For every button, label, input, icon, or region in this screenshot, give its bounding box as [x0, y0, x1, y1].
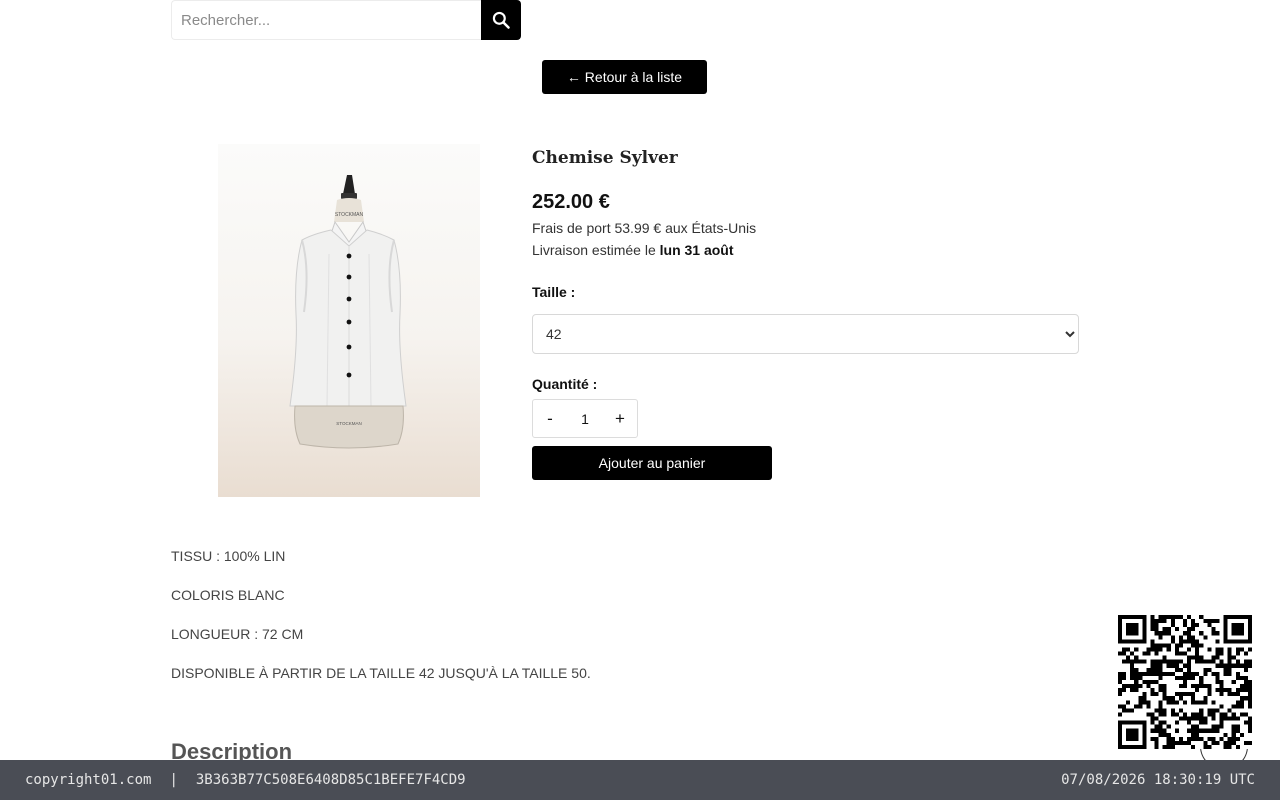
product-photo: STOCKMAN STOCKMAN	[289, 175, 407, 449]
footer-hash: 3B363B77C508E6408D85C1BEFE7F4CD9	[195, 772, 466, 788]
product-image: STOCKMAN STOCKMAN	[218, 144, 480, 497]
quantity-label: Quantité :	[532, 376, 598, 392]
footer-bar: copyright01.com | 3B363B77C508E6408D85C1…	[0, 760, 1280, 800]
quantity-value[interactable]: 1	[567, 411, 603, 427]
delivery-prefix: Livraison estimée le	[532, 242, 656, 258]
delivery-estimate: Livraison estimée le lun 31 août	[532, 242, 734, 258]
description-sizes: DISPONIBLE À PARTIR DE LA TAILLE 42 JUSQ…	[171, 665, 591, 681]
svg-text:STOCKMAN: STOCKMAN	[335, 212, 364, 218]
search-button[interactable]	[481, 0, 521, 40]
svg-text:STOCKMAN: STOCKMAN	[336, 421, 361, 426]
description-color: COLORIS BLANC	[171, 587, 285, 603]
size-select[interactable]: 42	[532, 314, 1079, 354]
product-price: 252.00 €	[532, 191, 610, 213]
search-bar	[171, 0, 521, 40]
footer-site: copyright01.com	[25, 772, 152, 788]
footer-separator: |	[169, 772, 178, 788]
qr-code	[1118, 615, 1252, 749]
size-label: Taille :	[532, 284, 576, 300]
footer-timestamp: 07/08/2026 18:30:19 UTC	[1061, 772, 1255, 788]
back-to-list-button[interactable]: ← Retour à la liste	[542, 60, 707, 94]
delivery-date: lun 31 août	[659, 242, 734, 258]
quantity-decrease-button[interactable]: -	[533, 400, 567, 437]
product-title: Chemise Sylver	[532, 148, 678, 168]
shipping-info: Frais de port 53.99 € aux États-Unis	[532, 220, 757, 236]
quantity-stepper: - 1 +	[532, 399, 638, 438]
add-to-cart-button[interactable]: Ajouter au panier	[532, 446, 772, 480]
search-icon	[492, 11, 510, 29]
description-length: LONGUEUR : 72 CM	[171, 626, 304, 642]
search-input[interactable]	[171, 0, 481, 40]
quantity-increase-button[interactable]: +	[603, 400, 637, 437]
description-fabric: TISSU : 100% LIN	[171, 548, 286, 564]
